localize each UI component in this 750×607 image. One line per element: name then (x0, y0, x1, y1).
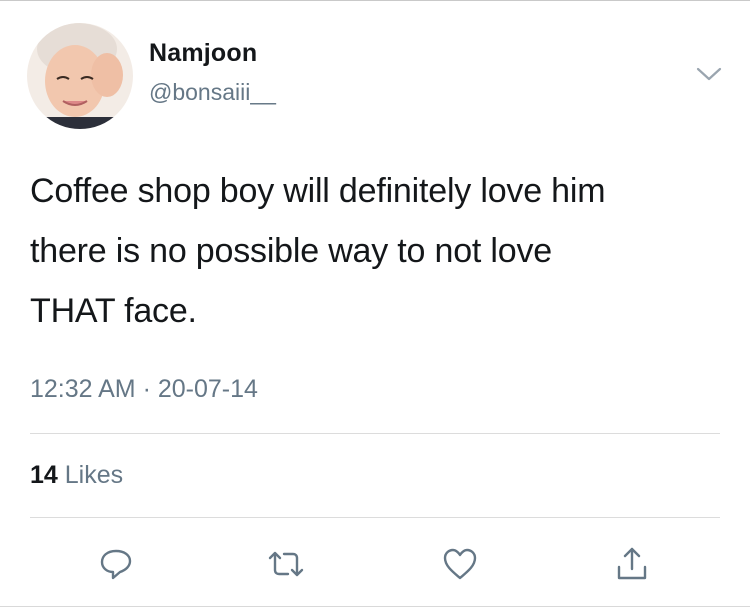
tweet-text-line: Coffee shop boy will definitely love him (30, 172, 606, 210)
retweet-icon (268, 551, 304, 577)
like-button[interactable] (440, 544, 480, 584)
tweet-text-line: there is no possible way to not love (30, 232, 552, 270)
likes-stat[interactable]: 14 Likes (30, 461, 123, 490)
retweet-button[interactable] (266, 544, 306, 584)
tweet-text: Coffee shop boy will definitely love him… (30, 161, 730, 341)
divider (30, 517, 720, 518)
divider (30, 433, 720, 434)
chevron-down-icon[interactable] (696, 65, 722, 83)
share-icon (617, 547, 647, 580)
tweet-card: Namjoon @bonsaiii__ Coffee shop boy will… (0, 0, 750, 607)
avatar[interactable] (27, 23, 133, 129)
heart-icon (443, 548, 477, 580)
tweet-timestamp[interactable]: 12:32 AM · 20-07-14 (30, 375, 258, 404)
reply-icon (100, 549, 132, 580)
user-handle[interactable]: @bonsaiii__ (149, 79, 276, 106)
avatar-photo (27, 23, 133, 129)
likes-label: Likes (64, 461, 124, 489)
likes-count: 14 (30, 461, 58, 489)
share-button[interactable] (612, 544, 652, 584)
display-name[interactable]: Namjoon (149, 39, 257, 68)
tweet-text-line: THAT face. (30, 292, 197, 330)
reply-button[interactable] (96, 544, 136, 584)
